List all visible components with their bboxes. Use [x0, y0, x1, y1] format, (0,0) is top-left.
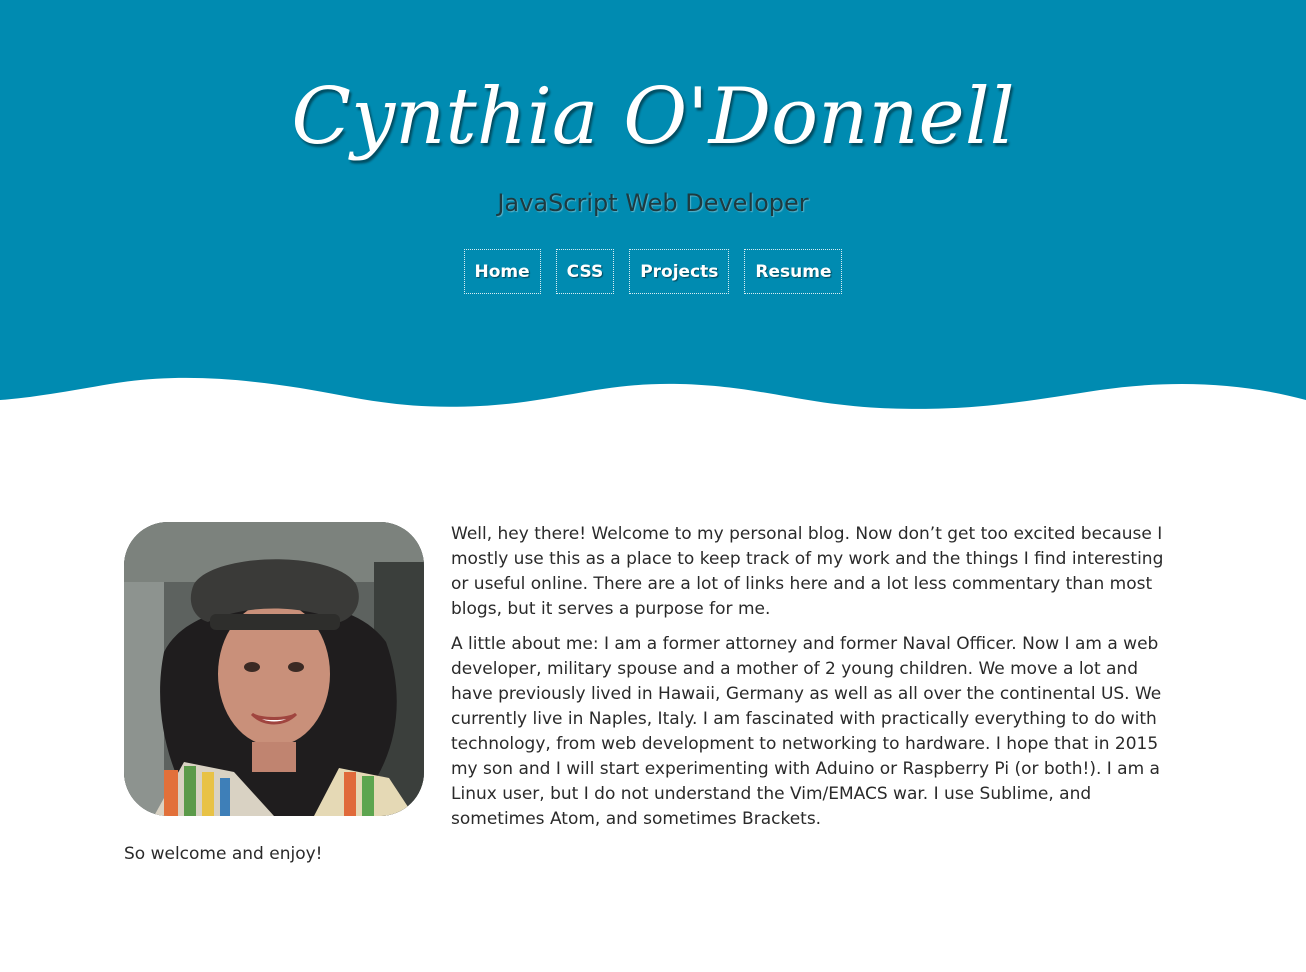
nav-css-link[interactable]: CSS: [555, 249, 615, 294]
blog-intro: Well, hey there! Welcome to my personal …: [124, 522, 1174, 877]
site-subtitle: JavaScript Web Developer: [497, 189, 809, 217]
site-header: Cynthia O'Donnell JavaScript Web Develop…: [0, 0, 1306, 412]
nav-resume-link[interactable]: Resume: [744, 249, 843, 294]
nav-projects-link[interactable]: Projects: [629, 249, 730, 294]
profile-photo-illustration: [124, 522, 424, 816]
main-nav: Home CSS Projects Resume: [0, 249, 1306, 294]
closing-line: So welcome and enjoy!: [124, 844, 323, 864]
nav-home-link[interactable]: Home: [463, 249, 541, 294]
profile-photo: [124, 522, 424, 816]
site-title: Cynthia O'Donnell: [291, 72, 1015, 162]
